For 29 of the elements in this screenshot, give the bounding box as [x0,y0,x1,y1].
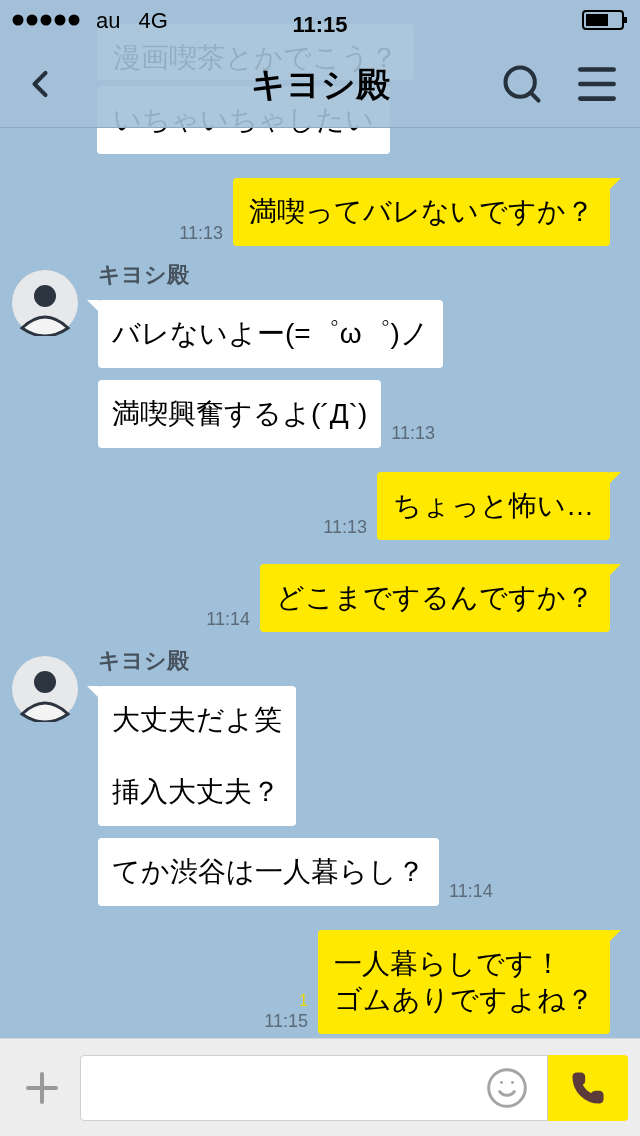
timestamp: 11:13 [391,423,435,443]
search-button[interactable] [500,62,544,106]
timestamp: 11:15 [264,1010,308,1032]
message-text: 満喫興奮するよ(´Д`) [112,397,368,431]
timestamp: 11:14 [449,881,493,901]
timestamp: 11:13 [179,222,223,244]
message-text: 一人暮らしです！ ゴムありですよね？ [334,947,594,1017]
message-text: 満喫ってバレないですか？ [249,195,594,229]
signal-icon [12,14,82,26]
timestamp: 11:14 [206,608,250,630]
carrier-name: au [96,6,121,35]
status-time: 11:15 [292,11,348,39]
message-text: バレないよー(=゜ω゜)ノ [112,317,429,351]
battery-icon [582,10,628,30]
network-type: 4G [138,6,168,35]
message-input-field[interactable] [80,1054,548,1121]
avatar[interactable] [12,656,78,722]
sender-name: キヨシ殿 [98,262,190,288]
call-button[interactable] [548,1054,628,1121]
phone-icon[interactable] [571,1070,605,1105]
message-text: 挿入大丈夫？ [112,775,281,809]
message-text: どこまでするんですか？ [276,581,594,615]
timestamp: 11:13 [323,516,367,538]
message-text: てか渋谷は一人暮らし？ [112,855,425,889]
read-count: 1 [299,992,308,1010]
avatar[interactable] [12,270,78,336]
sender-name: キヨシ殿 [98,648,190,674]
message-text: ちょっと怖い… [393,489,594,523]
message-text: 大丈夫だよ笑 [112,703,282,737]
